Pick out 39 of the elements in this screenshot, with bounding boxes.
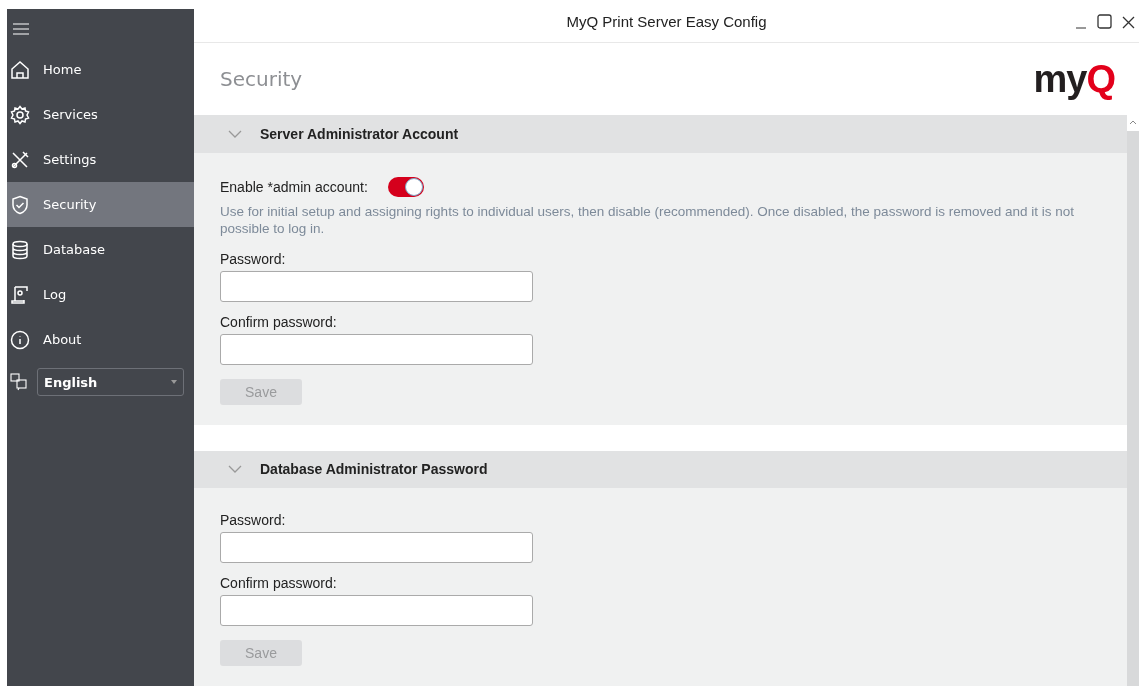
- password-field[interactable]: [220, 270, 533, 302]
- nav-item[interactable]: Settings: [7, 137, 194, 182]
- page-title: Security: [220, 67, 303, 91]
- section-header[interactable]: Database Administrator Password: [194, 450, 1127, 488]
- section-title: Server Administrator Account: [260, 125, 459, 142]
- caret-icon: [171, 380, 177, 384]
- shield-icon: [10, 194, 30, 215]
- close-icon[interactable]: [1122, 16, 1135, 29]
- field-label: Password:: [220, 250, 286, 267]
- field-label: Confirm password:: [220, 575, 337, 591]
- logo: myQ: [1033, 60, 1115, 98]
- nav-item[interactable]: Log: [7, 272, 194, 317]
- password-field[interactable]: [220, 532, 533, 563]
- gear-icon: [10, 104, 30, 125]
- toggle-switch[interactable]: [387, 176, 424, 197]
- info-icon: [10, 329, 30, 350]
- translate-icon: [10, 373, 28, 391]
- nav-item[interactable]: Services: [7, 92, 194, 137]
- scroll-up-icon[interactable]: [1129, 120, 1137, 125]
- password-field[interactable]: [220, 595, 533, 626]
- password-field[interactable]: [220, 333, 533, 365]
- hint-text: Use for initial setup and assigning rights to individual users, then disable (recommended). Once disabled, the password is removed and it is not possible to log in.: [220, 202, 1075, 237]
- nav-item[interactable]: Database: [7, 227, 194, 272]
- field-label: Confirm password:: [220, 313, 337, 330]
- toggle-label: Enable *admin account:: [220, 178, 368, 195]
- language-dropdown[interactable]: English: [37, 368, 184, 396]
- database-icon: [10, 239, 30, 260]
- home-icon: [10, 59, 30, 80]
- nav-item[interactable]: About: [7, 317, 194, 362]
- section-header[interactable]: Server Administrator Account: [194, 115, 1127, 153]
- document-icon: [10, 284, 30, 305]
- field-label: Password:: [220, 512, 286, 528]
- menu-icon[interactable]: [13, 23, 29, 35]
- nav-item[interactable]: Home: [7, 47, 194, 92]
- tools-icon: [10, 149, 30, 170]
- section-title: Database Administrator Password: [260, 461, 488, 478]
- window-title: MyQ Print Server Easy Config: [566, 12, 767, 30]
- nav-item[interactable]: Security: [7, 182, 194, 227]
- maximize-icon[interactable]: [1097, 14, 1112, 29]
